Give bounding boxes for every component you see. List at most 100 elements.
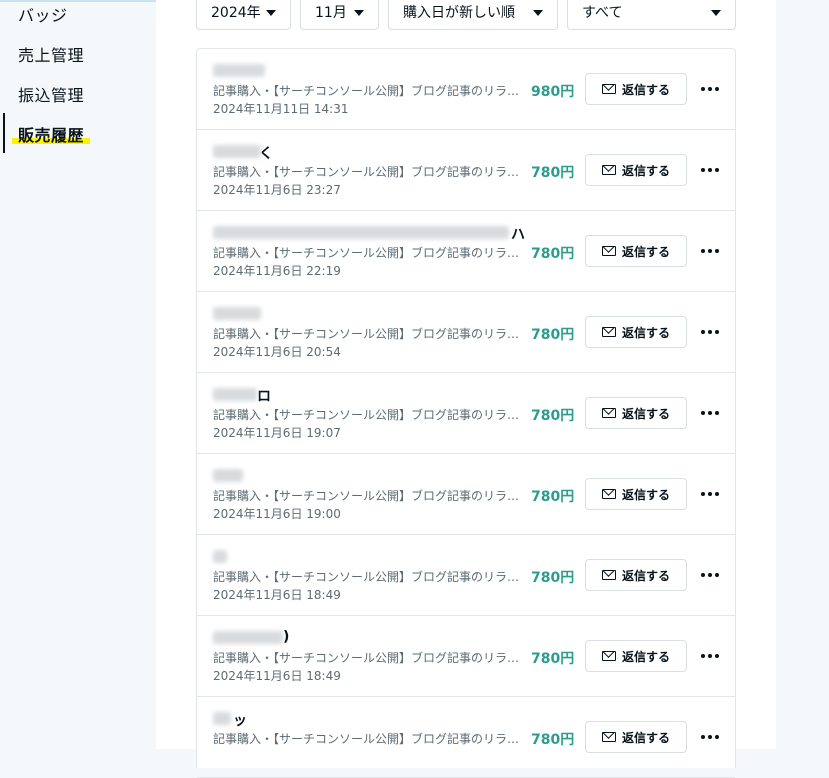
sale-date: 2024年11月6日 19:00 <box>213 507 341 521</box>
buyer-name-redacted <box>213 469 243 482</box>
sales-history-list: 記事購入・【サーチコンソール公開】ブログ記事のリライト 2024年11月11日 … <box>196 48 736 778</box>
sales-row: 記事購入・【サーチコンソール公開】ブログ記事のリライト 2024年11月6日 1… <box>197 454 735 535</box>
sales-row: ロ 記事購入・【サーチコンソール公開】ブログ記事のリライト 2024年11月6日… <box>197 373 735 454</box>
reply-button-label: 返信する <box>621 406 670 421</box>
reply-button[interactable]: 返信する <box>585 235 687 267</box>
sale-price: 780円 <box>531 327 575 343</box>
buyer-name-redacted <box>213 307 261 320</box>
more-options-icon[interactable] <box>699 79 721 99</box>
sidebar-item-badge[interactable]: バッジ <box>18 2 68 26</box>
buyer-name-redacted <box>213 550 227 563</box>
reply-button[interactable]: 返信する <box>585 397 687 429</box>
reply-button-label: 返信する <box>621 730 670 745</box>
sidebar-item-sales-history[interactable]: 販売履歴 <box>18 122 84 146</box>
mail-icon <box>601 570 616 580</box>
sidebar-item-sales-management[interactable]: 売上管理 <box>18 42 84 66</box>
buyer-name-redacted <box>213 712 231 725</box>
more-options-icon[interactable] <box>699 160 721 180</box>
buyer-name-redacted <box>213 388 257 401</box>
sidebar-item-transfer-management[interactable]: 振込管理 <box>18 82 84 106</box>
sale-price: 780円 <box>531 489 575 505</box>
sale-price: 780円 <box>531 246 575 262</box>
reply-button[interactable]: 返信する <box>585 640 687 672</box>
reply-button-label: 返信する <box>621 649 670 664</box>
buyer-name: ロ <box>257 389 271 405</box>
sale-date: 2024年11月6日 20:54 <box>213 345 341 359</box>
reply-button-label: 返信する <box>621 82 670 97</box>
sale-description: 記事購入・【サーチコンソール公開】ブログ記事のリライト <box>213 246 523 260</box>
mail-icon <box>601 327 616 337</box>
chevron-down-icon <box>711 10 721 16</box>
reply-button-label: 返信する <box>621 487 670 502</box>
reply-button[interactable]: 返信する <box>585 316 687 348</box>
sales-row: ッ 記事購入・【サーチコンソール公開】ブログ記事のリライト 780円 返信する <box>197 697 735 778</box>
sale-date: 2024年11月6日 23:27 <box>213 183 341 197</box>
chevron-down-icon <box>533 10 543 16</box>
sale-description: 記事購入・【サーチコンソール公開】ブログ記事のリライト <box>213 570 523 584</box>
buyer-name: ハ <box>511 227 525 243</box>
reply-button-label: 返信する <box>621 325 670 340</box>
more-options-icon[interactable] <box>699 403 721 423</box>
sale-price: 780円 <box>531 651 575 667</box>
sale-description: 記事購入・【サーチコンソール公開】ブログ記事のリライト <box>213 651 523 665</box>
right-margin <box>776 0 829 749</box>
more-options-icon[interactable] <box>699 484 721 504</box>
buyer-name-redacted <box>213 631 283 644</box>
reply-button[interactable]: 返信する <box>585 721 687 753</box>
buyer-name: ッ <box>233 713 247 729</box>
sale-date: 2024年11月6日 19:07 <box>213 426 341 440</box>
month-select-value: 11月 <box>315 5 347 21</box>
sale-price: 780円 <box>531 408 575 424</box>
reply-button-label: 返信する <box>621 163 670 178</box>
reply-button[interactable]: 返信する <box>585 478 687 510</box>
sale-price: 780円 <box>531 570 575 586</box>
reply-button[interactable]: 返信する <box>585 73 687 105</box>
reply-button-label: 返信する <box>621 244 670 259</box>
sale-description: 記事購入・【サーチコンソール公開】ブログ記事のリライト <box>213 489 523 503</box>
mail-icon <box>601 732 616 742</box>
sale-description: 記事購入・【サーチコンソール公開】ブログ記事のリライト <box>213 84 523 98</box>
sale-price: 780円 <box>531 732 575 748</box>
sale-description: 記事購入・【サーチコンソール公開】ブログ記事のリライト <box>213 165 523 179</box>
sales-row: ) 記事購入・【サーチコンソール公開】ブログ記事のリライト 2024年11月6日… <box>197 616 735 697</box>
sale-price: 980円 <box>531 84 575 100</box>
more-options-icon[interactable] <box>699 565 721 585</box>
type-select[interactable]: すべて <box>567 0 736 30</box>
mail-icon <box>601 651 616 661</box>
sale-description: 記事購入・【サーチコンソール公開】ブログ記事のリライト <box>213 327 523 341</box>
reply-button[interactable]: 返信する <box>585 559 687 591</box>
more-options-icon[interactable] <box>699 646 721 666</box>
buyer-name-redacted <box>213 226 509 239</box>
buyer-name-redacted <box>213 64 265 77</box>
reply-button[interactable]: 返信する <box>585 154 687 186</box>
sale-date: 2024年11月6日 18:49 <box>213 669 341 683</box>
sale-price: 780円 <box>531 165 575 181</box>
sale-date: 2024年11月11日 14:31 <box>213 102 349 116</box>
year-select-value: 2024年 <box>211 5 261 21</box>
mail-icon <box>601 246 616 256</box>
sale-date: 2024年11月6日 22:19 <box>213 264 341 278</box>
buyer-name-redacted <box>213 145 261 158</box>
sidebar-active-indicator <box>3 113 5 153</box>
more-options-icon[interactable] <box>699 322 721 342</box>
sales-row: 記事購入・【サーチコンソール公開】ブログ記事のリライト 2024年11月6日 2… <box>197 292 735 373</box>
sale-description: 記事購入・【サーチコンソール公開】ブログ記事のリライト <box>213 408 523 422</box>
chevron-down-icon <box>354 10 364 16</box>
sales-row: 記事購入・【サーチコンソール公開】ブログ記事のリライト 2024年11月6日 1… <box>197 535 735 616</box>
sort-select[interactable]: 購入日が新しい順 <box>388 0 558 30</box>
type-select-value: すべて <box>582 5 623 21</box>
mail-icon <box>601 408 616 418</box>
more-options-icon[interactable] <box>699 241 721 261</box>
sales-row: く 記事購入・【サーチコンソール公開】ブログ記事のリライト 2024年11月6日… <box>197 130 735 211</box>
sidebar: バッジ 売上管理 振込管理 販売履歴 <box>0 0 156 749</box>
sales-row: 記事購入・【サーチコンソール公開】ブログ記事のリライト 2024年11月11日 … <box>197 49 735 130</box>
sale-date: 2024年11月6日 18:49 <box>213 588 341 602</box>
year-select[interactable]: 2024年 <box>196 0 291 30</box>
month-select[interactable]: 11月 <box>300 0 379 30</box>
sales-row: ハ 記事購入・【サーチコンソール公開】ブログ記事のリライト 2024年11月6日… <box>197 211 735 292</box>
sort-select-value: 購入日が新しい順 <box>403 5 515 21</box>
buyer-name: ) <box>283 629 290 645</box>
mail-icon <box>601 165 616 175</box>
more-options-icon[interactable] <box>699 727 721 747</box>
mail-icon <box>601 84 616 94</box>
